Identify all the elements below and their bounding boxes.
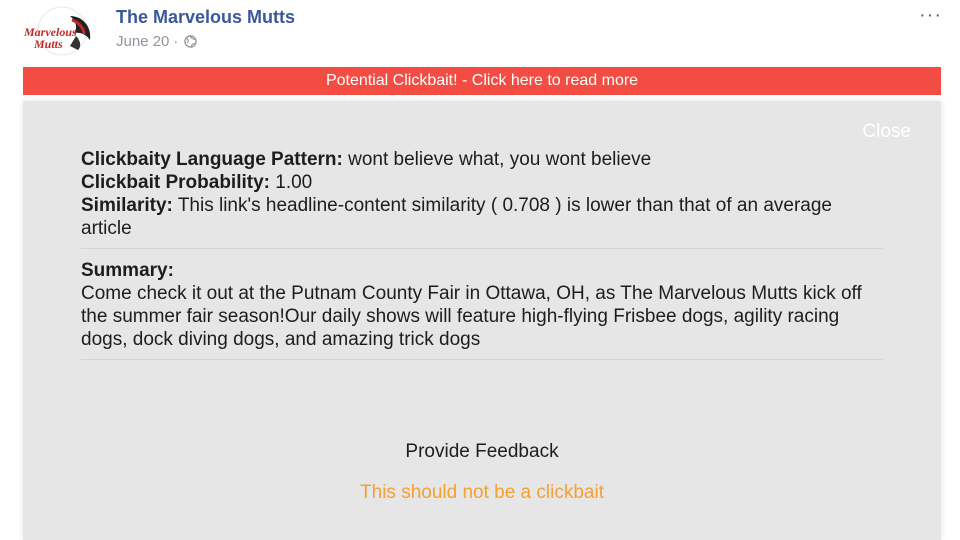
clickbait-warning-banner[interactable]: Potential Clickbait! - Click here to rea… [23, 67, 941, 95]
post-meta: June 20 · [116, 33, 198, 50]
post-header: Marvelous Mutts The Marvelous Mutts June… [0, 0, 960, 64]
summary-heading: Summary: [81, 260, 174, 281]
svg-text:Mutts: Mutts [33, 37, 63, 51]
similarity-row: Similarity: This link's headline-content… [81, 194, 883, 240]
close-button[interactable]: Close [862, 121, 911, 143]
clickbait-details-content: Clickbaity Language Pattern: wont believ… [81, 148, 883, 370]
not-clickbait-link[interactable]: This should not be a clickbait [23, 482, 941, 504]
feedback-title: Provide Feedback [405, 441, 559, 462]
pattern-row: Clickbaity Language Pattern: wont believ… [81, 148, 883, 171]
clickbait-details-panel: Close Clickbaity Language Pattern: wont … [23, 101, 941, 540]
probability-label: Clickbait Probability: [81, 172, 270, 193]
more-options-icon[interactable]: ··· [919, 4, 942, 27]
pattern-label: Clickbaity Language Pattern: [81, 149, 343, 170]
page-name-link[interactable]: The Marvelous Mutts [116, 7, 295, 28]
pattern-value: wont believe what, you wont believe [348, 149, 652, 170]
summary-text: Come check it out at the Putnam County F… [81, 283, 862, 350]
summary-label: Summary: [81, 259, 883, 282]
meta-separator: · [173, 33, 179, 50]
similarity-value: This link's headline-content similarity … [81, 195, 832, 239]
globe-icon [184, 35, 198, 48]
divider [81, 248, 883, 249]
probability-row: Clickbait Probability: 1.00 [81, 171, 883, 194]
page-logo-icon: Marvelous Mutts [23, 6, 91, 56]
avatar[interactable]: Marvelous Mutts [20, 6, 102, 56]
probability-value: 1.00 [275, 172, 313, 193]
similarity-label: Similarity: [81, 195, 173, 216]
divider [81, 359, 883, 360]
post-date[interactable]: June 20 [116, 33, 169, 50]
